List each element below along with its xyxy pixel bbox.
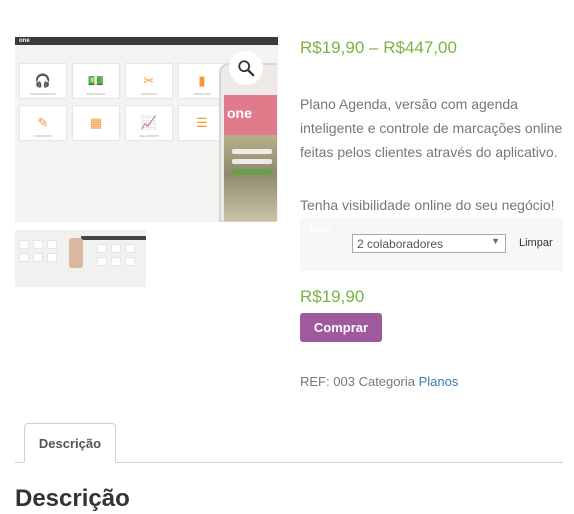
price-high: R$447,00 <box>383 38 457 57</box>
add-to-cart-button[interactable]: Comprar <box>300 313 382 342</box>
variation-select[interactable]: 2 colaboradores ▼ <box>352 234 506 253</box>
phone-field <box>232 149 272 154</box>
thumb-tile <box>125 244 135 253</box>
price-range: R$19,90 – R$447,00 <box>300 38 457 58</box>
thumb-tile <box>33 253 43 262</box>
thumb-tile <box>33 240 43 249</box>
ref-label: REF: <box>300 374 330 389</box>
grid-icon: ▦ <box>72 105 120 141</box>
product-meta: REF: 003 Categoria Planos <box>300 374 458 389</box>
headset-icon: 🎧 AGENDAMENTOS <box>19 63 67 99</box>
variation-price: R$19,90 <box>300 287 365 306</box>
phone-photo <box>224 135 277 221</box>
phone-header: one <box>224 95 277 135</box>
ref-value: 003 <box>333 374 355 389</box>
thumb-phone <box>69 238 83 268</box>
variation-selected-value: 2 colaboradores <box>357 237 444 251</box>
reset-variations-link[interactable]: Limpar <box>519 237 553 249</box>
app-topbar: one <box>15 37 278 45</box>
hairdryer-icon: ✂ SERVIÇOS <box>125 63 173 99</box>
tab-description[interactable]: Descrição <box>24 423 116 463</box>
zoom-button[interactable] <box>229 51 263 85</box>
gallery-thumbnail[interactable] <box>15 230 146 287</box>
thumb-tile <box>47 240 57 249</box>
thumb-tile <box>97 257 107 266</box>
thumb-tile <box>47 253 57 262</box>
price-low: R$19,90 <box>300 38 365 57</box>
variation-label: Pack <box>310 225 332 235</box>
phone-button <box>232 169 272 175</box>
money-icon: 💵 FINANCEIRO <box>72 63 120 99</box>
price-separator: – <box>369 38 379 57</box>
thumb-tile <box>125 257 135 266</box>
phone-field <box>232 159 272 164</box>
product-tagline: Tenha visibilidade online do seu negócio… <box>300 197 555 213</box>
phone-logo: one <box>227 105 252 121</box>
thumb-tile <box>111 244 121 253</box>
chevron-down-icon: ▼ <box>491 236 500 246</box>
thumb-tile <box>97 244 107 253</box>
phone-mockup: one <box>219 63 277 222</box>
magnifier-icon <box>238 60 255 77</box>
notepad-icon: ✎ CADASTROS <box>19 105 67 141</box>
product-description: Plano Agenda, versão com agenda intelige… <box>300 96 563 160</box>
thumb-tile <box>19 253 29 262</box>
chart-icon: 📈 RELATÓRIOS <box>125 105 173 141</box>
variations-box: Pack 2 colaboradores ▼ Limpar <box>300 218 563 271</box>
thumb-tile <box>19 240 29 249</box>
thumb-tile <box>111 257 121 266</box>
category-link[interactable]: Planos <box>419 374 459 389</box>
section-title: Descrição <box>15 485 130 512</box>
category-label: Categoria <box>358 374 415 389</box>
app-logo: one <box>19 38 30 44</box>
thumb-topbar <box>81 236 146 240</box>
